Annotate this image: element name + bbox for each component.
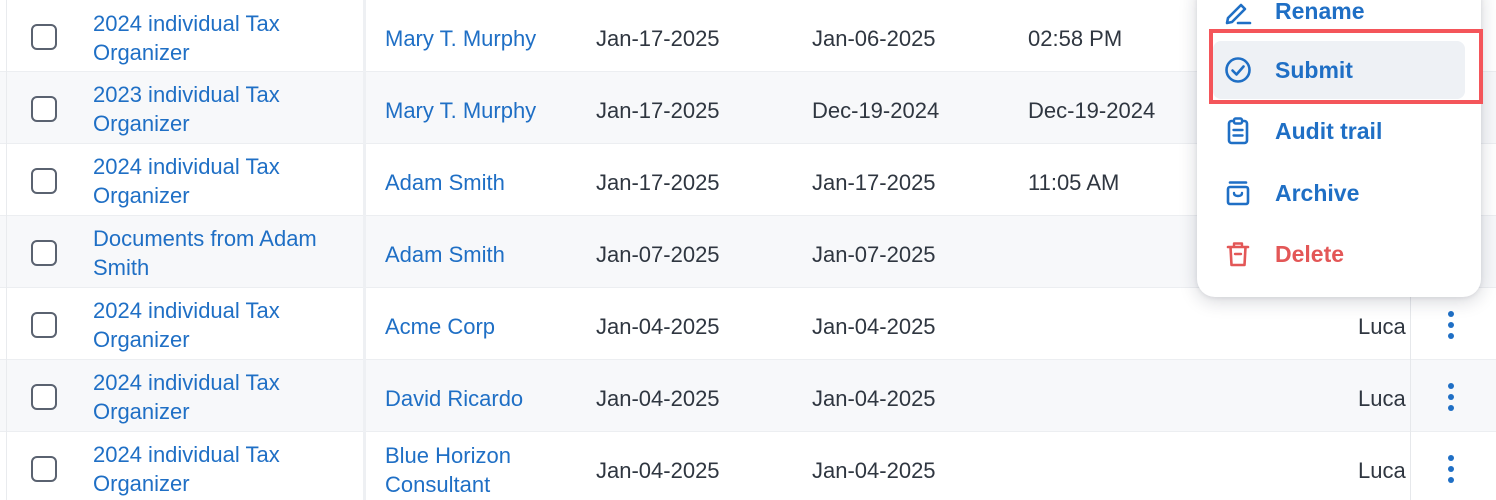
client-name-link[interactable]: Acme Corp xyxy=(385,312,565,341)
document-name-link[interactable]: 2023 individual Tax Organizer xyxy=(93,80,353,138)
more-actions-icon[interactable] xyxy=(1440,308,1462,342)
table-row: 2024 individual Tax Organizer Blue Horiz… xyxy=(0,432,1496,500)
client-name-link[interactable]: David Ricardo xyxy=(385,384,565,413)
date-cell: Jan-04-2025 xyxy=(812,386,936,411)
date-cell: Dec-19-2024 xyxy=(1028,98,1156,123)
menu-item-submit[interactable]: Submit xyxy=(1213,41,1465,99)
date-cell: Jan-07-2025 xyxy=(812,242,936,267)
date-cell: Jan-17-2025 xyxy=(596,26,720,51)
date-cell: Jan-04-2025 xyxy=(596,386,720,411)
owner-cell: Luca xyxy=(1358,386,1406,411)
date-cell: Jan-07-2025 xyxy=(596,242,720,267)
more-actions-icon[interactable] xyxy=(1440,452,1462,486)
clipboard-icon xyxy=(1223,116,1253,146)
document-name-link[interactable]: 2024 individual Tax Organizer xyxy=(93,368,353,426)
menu-item-audit-trail[interactable]: Audit trail xyxy=(1213,102,1465,160)
table-row: 2024 individual Tax Organizer David Rica… xyxy=(0,360,1496,432)
actions-menu: Rename Submit Audit trail Archive Delete xyxy=(1197,0,1481,297)
date-cell: 02:58 PM xyxy=(1028,26,1123,51)
table-row: 2024 individual Tax Organizer Acme Corp … xyxy=(0,288,1496,360)
menu-item-rename[interactable]: Rename xyxy=(1213,0,1465,40)
date-cell: Jan-17-2025 xyxy=(596,98,720,123)
more-actions-icon[interactable] xyxy=(1440,380,1462,414)
row-checkbox[interactable] xyxy=(31,96,57,122)
row-checkbox[interactable] xyxy=(31,384,57,410)
pencil-icon xyxy=(1223,0,1253,26)
client-name-link[interactable]: Mary T. Murphy xyxy=(385,24,565,53)
document-name-link[interactable]: 2024 individual Tax Organizer xyxy=(93,440,353,498)
row-checkbox[interactable] xyxy=(31,456,57,482)
menu-item-label: Rename xyxy=(1275,0,1365,24)
date-cell: Jan-17-2025 xyxy=(596,170,720,195)
date-cell: Jan-04-2025 xyxy=(812,458,936,483)
document-name-link[interactable]: 2024 individual Tax Organizer xyxy=(93,152,353,210)
owner-cell: Luca xyxy=(1358,458,1406,483)
document-name-link[interactable]: 2024 individual Tax Organizer xyxy=(93,296,353,354)
date-cell: Jan-06-2025 xyxy=(812,26,936,51)
menu-item-label: Submit xyxy=(1275,56,1353,83)
date-cell: Jan-04-2025 xyxy=(596,458,720,483)
trash-icon xyxy=(1223,239,1253,269)
row-checkbox[interactable] xyxy=(31,168,57,194)
menu-item-label: Delete xyxy=(1275,240,1345,267)
row-checkbox[interactable] xyxy=(31,312,57,338)
document-name-link[interactable]: Documents from Adam Smith xyxy=(93,224,353,282)
row-checkbox[interactable] xyxy=(31,240,57,266)
archive-box-icon xyxy=(1223,178,1253,208)
date-cell: Jan-04-2025 xyxy=(596,314,720,339)
client-name-link[interactable]: Adam Smith xyxy=(385,168,565,197)
date-cell: 11:05 AM xyxy=(1028,170,1120,195)
document-name-link[interactable]: 2024 individual Tax Organizer xyxy=(93,9,353,67)
date-cell: Jan-17-2025 xyxy=(812,170,936,195)
check-circle-icon xyxy=(1223,55,1253,85)
menu-item-label: Archive xyxy=(1275,179,1360,206)
client-name-link[interactable]: Adam Smith xyxy=(385,240,565,269)
row-checkbox[interactable] xyxy=(31,24,57,50)
date-cell: Jan-04-2025 xyxy=(812,314,936,339)
menu-item-label: Audit trail xyxy=(1275,117,1383,144)
client-name-link[interactable]: Blue Horizon Consultant xyxy=(385,441,535,499)
client-name-link[interactable]: Mary T. Murphy xyxy=(385,96,565,125)
date-cell: Dec-19-2024 xyxy=(812,98,940,123)
menu-item-delete[interactable]: Delete xyxy=(1213,225,1465,283)
menu-item-archive[interactable]: Archive xyxy=(1213,164,1465,222)
owner-cell: Luca xyxy=(1358,314,1406,339)
